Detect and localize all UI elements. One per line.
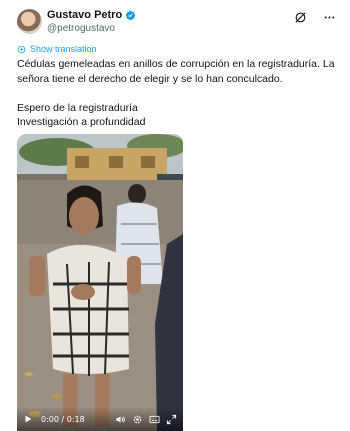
- tweet-line: Espero de la registraduría: [17, 101, 138, 114]
- avatar[interactable]: [17, 9, 42, 34]
- settings-icon[interactable]: [132, 414, 143, 425]
- tweet-line: Investigación a profundidad: [17, 116, 146, 128]
- more-icon[interactable]: [323, 11, 336, 24]
- author-handle[interactable]: @petrogustavo: [47, 23, 115, 34]
- video-controls: 0:00 / 0:18: [17, 407, 183, 431]
- video-player[interactable]: 0:00 / 0:18: [17, 134, 183, 431]
- video-frame: [17, 134, 183, 431]
- author-name-row: Gustavo Petro: [47, 9, 136, 21]
- fullscreen-icon[interactable]: [166, 414, 177, 425]
- tweet-line: Cédulas gemeleadas en anillos de corrupc…: [17, 58, 335, 70]
- tweet-line: señora tiene el derecho de elegir y se l…: [17, 72, 283, 85]
- show-translation-link[interactable]: Show translation: [17, 44, 97, 54]
- video-time: 0:00 / 0:18: [41, 414, 85, 424]
- verified-badge-icon: [125, 10, 136, 20]
- grok-icon[interactable]: [294, 11, 307, 24]
- volume-icon[interactable]: [115, 414, 126, 425]
- play-icon[interactable]: [23, 414, 33, 424]
- header-actions: [294, 11, 336, 24]
- translate-icon: [17, 45, 26, 53]
- author-name[interactable]: Gustavo Petro: [47, 9, 122, 21]
- tweet-text: Cédulas gemeleadas en anillos de corrupc…: [17, 57, 335, 130]
- caption-icon[interactable]: [149, 414, 160, 425]
- show-translation-label[interactable]: Show translation: [30, 44, 97, 54]
